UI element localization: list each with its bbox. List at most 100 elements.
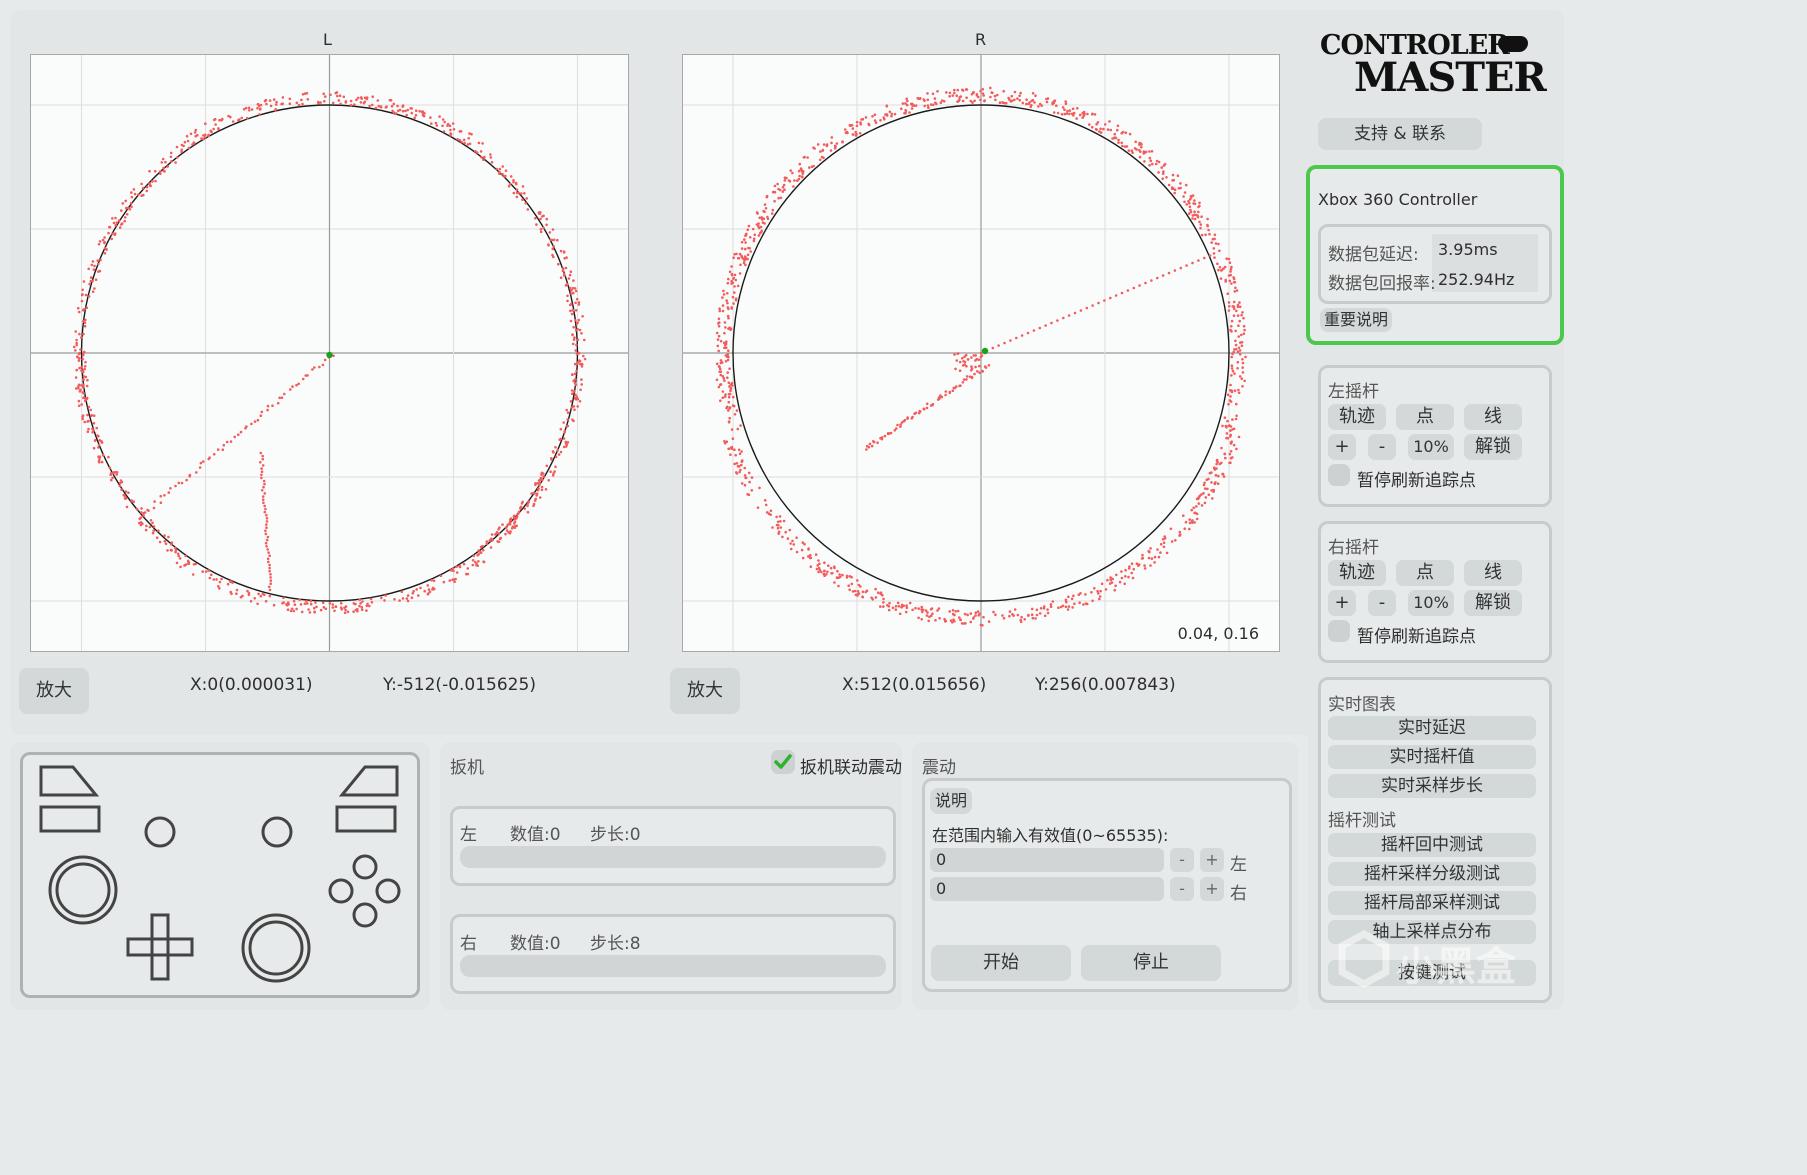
trace-point [196,133,199,137]
test-local-sampling-button[interactable]: 摇杆局部采样测试 [1328,891,1536,915]
trace-point [141,186,145,190]
trace-point [446,124,449,127]
trace-point [1149,564,1152,567]
left-motor-input[interactable]: 0 [930,848,1164,872]
right-pause-checkbox[interactable] [1328,620,1350,642]
support-contact-button[interactable]: 支持 & 联系 [1318,118,1482,150]
trace-point [1238,349,1242,352]
right-trace-button[interactable]: 轨迹 [1328,560,1386,586]
right-plus-button[interactable]: + [1328,590,1356,616]
right-trigger-box [450,914,896,994]
realtime-latency-button[interactable]: 实时延迟 [1328,716,1536,740]
trace-point [318,365,321,369]
trace-point [260,410,264,414]
trace-point [512,179,515,182]
vibration-note-button[interactable]: 说明 [930,788,972,814]
right-minus-button[interactable]: - [1368,590,1396,616]
left-line-button[interactable]: 线 [1464,404,1522,430]
trace-point [726,301,729,305]
right-line-button[interactable]: 线 [1464,560,1522,586]
trace-point [217,128,220,131]
left-unlock-button[interactable]: 解锁 [1464,434,1522,460]
trace-point [91,290,95,293]
trace-point [333,609,336,613]
vibration-stop-button[interactable]: 停止 [1081,945,1221,981]
trace-point [952,386,956,390]
trace-point [79,348,82,351]
left-trace-button[interactable]: 轨迹 [1328,404,1386,430]
test-center-return-button[interactable]: 摇杆回中测试 [1328,833,1536,857]
trace-point [80,293,84,297]
trigger-link-checkbox[interactable] [771,750,795,774]
right-stick-plot[interactable]: 0.04, 0.16 [682,54,1280,652]
trace-point [154,179,157,183]
trace-point [1223,452,1226,456]
trace-point [1227,301,1231,304]
important-note-button[interactable]: 重要说明 [1320,308,1392,332]
trace-point [141,522,144,525]
vibration-start-button[interactable]: 开始 [931,945,1071,981]
trace-point [979,98,982,102]
trace-point [169,155,173,159]
trace-point [256,602,259,606]
trace-point [909,102,913,106]
trace-point [998,101,1002,104]
right-dot-button[interactable]: 点 [1396,560,1454,586]
trace-point [266,404,270,408]
left-zoom-button[interactable]: 放大 [19,668,89,714]
trace-point [209,129,212,133]
trace-point [313,606,316,610]
trace-point [1026,331,1030,335]
trace-point [242,108,246,111]
trace-point [962,622,966,625]
left-motor-minus-button[interactable]: - [1170,848,1194,872]
trace-point [261,495,265,498]
left-stick-plot[interactable] [30,54,629,652]
trace-point [263,504,266,508]
right-motor-input[interactable]: 0 [930,877,1164,901]
left-percent-button[interactable]: 10% [1408,434,1454,460]
trace-point [185,134,189,138]
right-motor-minus-button[interactable]: - [1170,877,1194,901]
trace-point [845,574,849,578]
trace-point [1008,610,1012,613]
trace-point [191,573,195,576]
right-motor-plus-button[interactable]: + [1200,877,1224,901]
trace-point [961,89,965,92]
trace-point [306,98,310,101]
trace-point [905,604,908,607]
trace-point [1114,294,1118,297]
realtime-stick-value-button[interactable]: 实时摇杆值 [1328,745,1536,769]
left-motor-plus-button[interactable]: + [1200,848,1224,872]
left-plus-button[interactable]: + [1328,434,1356,460]
trace-point [1139,150,1142,153]
trace-point [265,517,269,520]
trace-point [1144,150,1148,154]
realtime-sample-step-button[interactable]: 实时采样步长 [1328,774,1536,798]
trace-point [1179,182,1182,185]
left-pause-checkbox[interactable] [1328,464,1350,486]
trace-point [1120,131,1123,135]
trace-point [509,175,513,178]
trace-point [872,440,875,443]
trace-point [730,265,733,268]
trace-point [975,93,979,96]
trace-point [210,573,213,577]
trace-point [951,609,955,612]
trace-point [925,406,929,410]
right-zoom-button[interactable]: 放大 [670,668,740,714]
trace-point [328,602,332,605]
left-minus-button[interactable]: - [1368,434,1396,460]
trace-point [295,607,298,611]
trace-point [520,502,524,505]
trace-point [833,581,836,584]
trace-point [1243,379,1246,383]
test-sample-grading-button[interactable]: 摇杆采样分级测试 [1328,862,1536,886]
trace-point [733,285,736,288]
right-percent-button[interactable]: 10% [1408,590,1454,616]
trace-point [1093,113,1097,116]
right-unlock-button[interactable]: 解锁 [1464,590,1522,616]
trace-point [366,602,369,606]
left-dot-button[interactable]: 点 [1396,404,1454,430]
trace-point [1237,324,1240,328]
